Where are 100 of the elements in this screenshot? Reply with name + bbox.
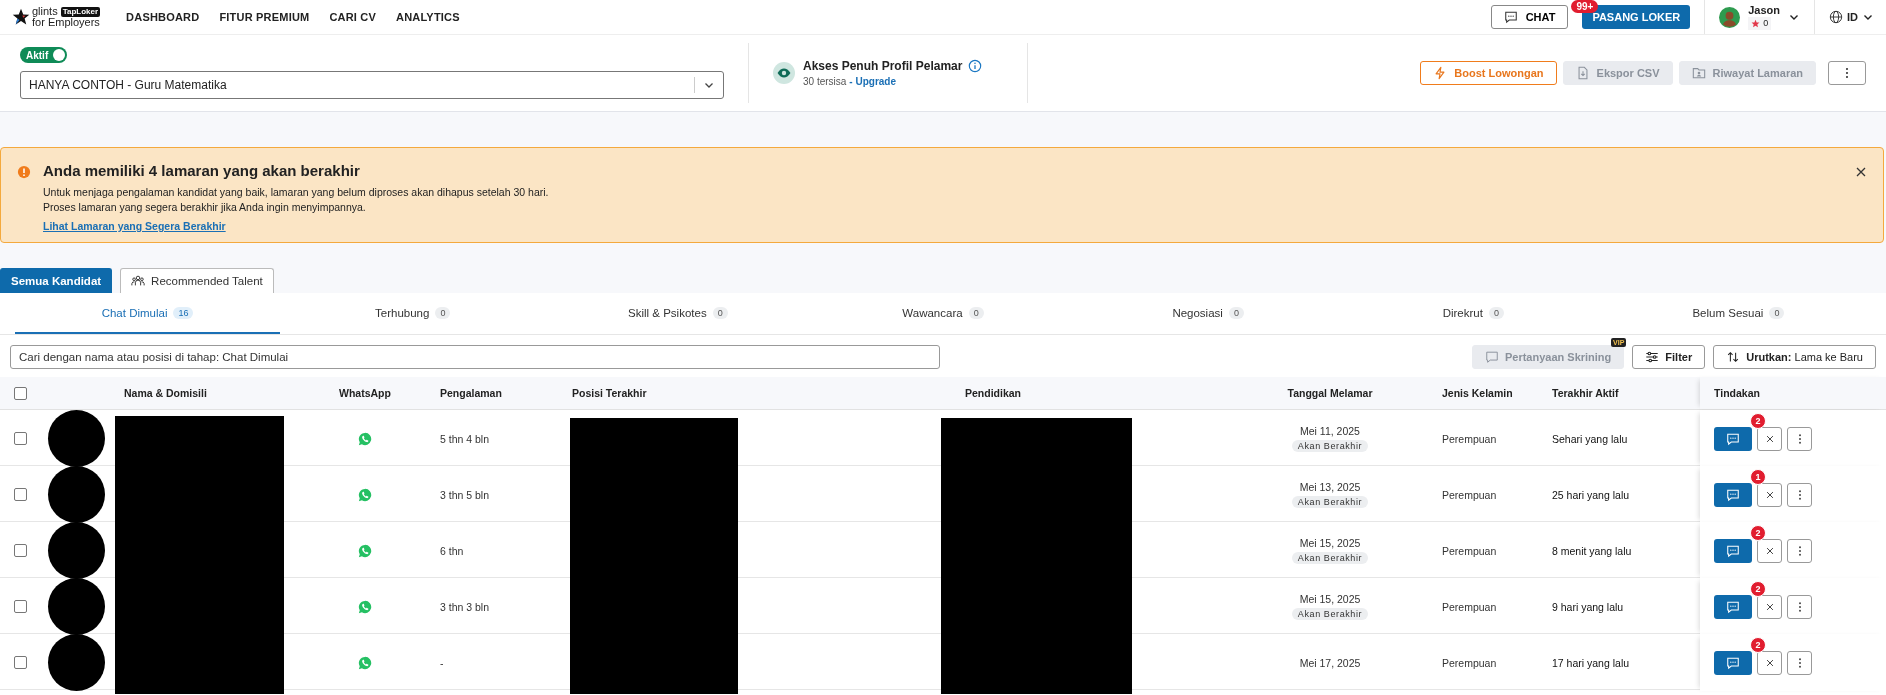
column-header: Pendidikan [965, 387, 1021, 399]
row-checkbox[interactable] [13, 432, 27, 445]
count-badge: 0 [1228, 306, 1244, 319]
message-button[interactable] [1714, 426, 1752, 451]
whatsapp-icon[interactable] [358, 655, 372, 670]
close-icon[interactable] [1855, 166, 1867, 178]
upgrade-link[interactable]: - Upgrade [849, 76, 897, 87]
sort-button[interactable]: Urutkan: Lama ke Baru [1713, 345, 1876, 369]
info-icon[interactable] [968, 59, 983, 73]
close-icon [1764, 657, 1775, 668]
language-selector[interactable]: ID [1847, 11, 1858, 23]
star-logo-icon [12, 8, 30, 26]
avatar [48, 634, 105, 691]
count-badge: 0 [968, 306, 984, 319]
close-icon [1764, 545, 1775, 556]
file-download-icon [1575, 66, 1590, 80]
column-header: Tanggal Melamar [1287, 387, 1373, 399]
whatsapp-icon[interactable] [358, 543, 372, 558]
view-tab[interactable]: Recommended Talent [120, 268, 274, 293]
message-icon [1726, 543, 1740, 558]
globe-icon [1829, 10, 1843, 24]
more-button[interactable] [1787, 594, 1812, 619]
message-button[interactable] [1714, 594, 1752, 619]
more-button[interactable] [1787, 538, 1812, 563]
count-badge: 16 [173, 306, 194, 319]
count-badge: 0 [712, 306, 728, 319]
expiring-tag: Akan Berakhir [1291, 552, 1369, 564]
unread-badge: 2 [1750, 524, 1766, 541]
access-title: Akses Penuh Profil Pelamar [803, 59, 963, 73]
date-cell: Mei 11, 2025 [1300, 425, 1360, 437]
whatsapp-icon[interactable] [358, 431, 372, 446]
alert-text: Proses lamaran yang segera berakhir jika Anda ingin menyimpannya. [43, 200, 366, 215]
remaining-count: 30 tersisa [803, 76, 847, 87]
close-icon [1764, 433, 1775, 444]
gender-cell: Perempuan [1442, 488, 1497, 501]
gender-cell: Perempuan [1442, 600, 1497, 613]
user-name[interactable]: Jason [1748, 4, 1780, 17]
gender-cell: Perempuan [1442, 432, 1497, 445]
expiring-link[interactable]: Lihat Lamaran yang Segera Berakhir [43, 220, 226, 232]
reject-button[interactable] [1757, 482, 1782, 507]
column-header: Terakhir Aktif [1552, 387, 1619, 399]
gender-cell: Perempuan [1442, 544, 1497, 557]
nav-link[interactable]: ANALYTICS [396, 11, 460, 23]
brand-name: glints [32, 6, 58, 17]
message-icon [1726, 487, 1740, 502]
message-button[interactable] [1714, 538, 1752, 563]
brand-subtitle: for Employers [32, 17, 101, 28]
filter-icon [1645, 350, 1660, 364]
search-field[interactable]: Cari dengan nama atau posisi di tahap: Chat Dimulai [10, 345, 940, 369]
experience-cell: 3 thn 5 bln [440, 488, 490, 501]
whatsapp-icon[interactable] [358, 487, 372, 502]
message-button[interactable] [1714, 650, 1752, 675]
unread-badge: 2 [1750, 636, 1766, 653]
eye-icon [773, 62, 795, 84]
nav-link[interactable]: DASHBOARD [126, 11, 200, 23]
filter-button[interactable]: Filter [1632, 345, 1706, 369]
reject-button[interactable] [1757, 426, 1782, 451]
date-cell: Mei 15, 2025 [1299, 593, 1361, 605]
last-active-cell: 25 hari yang lalu [1552, 488, 1630, 501]
sort-icon [1726, 350, 1741, 364]
nav-link[interactable]: FITUR PREMIUM [219, 11, 310, 23]
star-icon [1751, 19, 1761, 28]
avatar [48, 578, 105, 635]
more-button[interactable] [1828, 61, 1866, 85]
whatsapp-icon[interactable] [358, 599, 372, 614]
row-checkbox[interactable] [13, 544, 27, 557]
more-button[interactable] [1787, 650, 1812, 675]
nav-link[interactable]: CARI CV [329, 11, 377, 23]
unread-badge: 1 [1750, 468, 1766, 485]
count-badge: 0 [1769, 306, 1785, 319]
row-checkbox[interactable] [13, 488, 27, 501]
row-checkbox[interactable] [13, 656, 27, 669]
date-cell: Mei 13, 2025 [1299, 481, 1361, 493]
row-checkbox[interactable] [13, 600, 27, 613]
avatar [48, 522, 105, 579]
unread-badge: 2 [1750, 580, 1766, 597]
message-button[interactable] [1714, 482, 1752, 507]
status-toggle[interactable]: Aktif [20, 47, 68, 63]
select-all-checkbox[interactable] [13, 386, 27, 400]
more-button[interactable] [1787, 482, 1812, 507]
chat-icon [1503, 10, 1518, 24]
more-button[interactable] [1787, 426, 1812, 451]
job-select[interactable]: HANYA CONTOH - Guru Matematika [20, 71, 724, 99]
view-tab[interactable]: Semua Kandidat [0, 268, 113, 293]
avatar [48, 410, 105, 467]
chat-button[interactable]: CHAT [1490, 5, 1569, 29]
reject-button[interactable] [1757, 594, 1782, 619]
experience-cell: 3 thn 3 bln [440, 600, 490, 613]
expiring-tag: Akan Berakhir [1291, 440, 1369, 452]
avatar[interactable] [1719, 6, 1741, 28]
column-header: Nama & Domisili [124, 387, 207, 399]
close-icon [1764, 489, 1775, 500]
points-count: 0 [1763, 17, 1769, 30]
date-cell: Mei 17, 2025 [1299, 656, 1361, 669]
notification-badge: 99+ [1571, 0, 1599, 13]
last-active-cell: 8 menit yang lalu [1552, 544, 1632, 557]
reject-button[interactable] [1757, 538, 1782, 563]
expiring-tag: Akan Berakhir [1291, 496, 1369, 508]
experience-cell: 5 thn 4 bln [440, 432, 490, 445]
reject-button[interactable] [1757, 650, 1782, 675]
